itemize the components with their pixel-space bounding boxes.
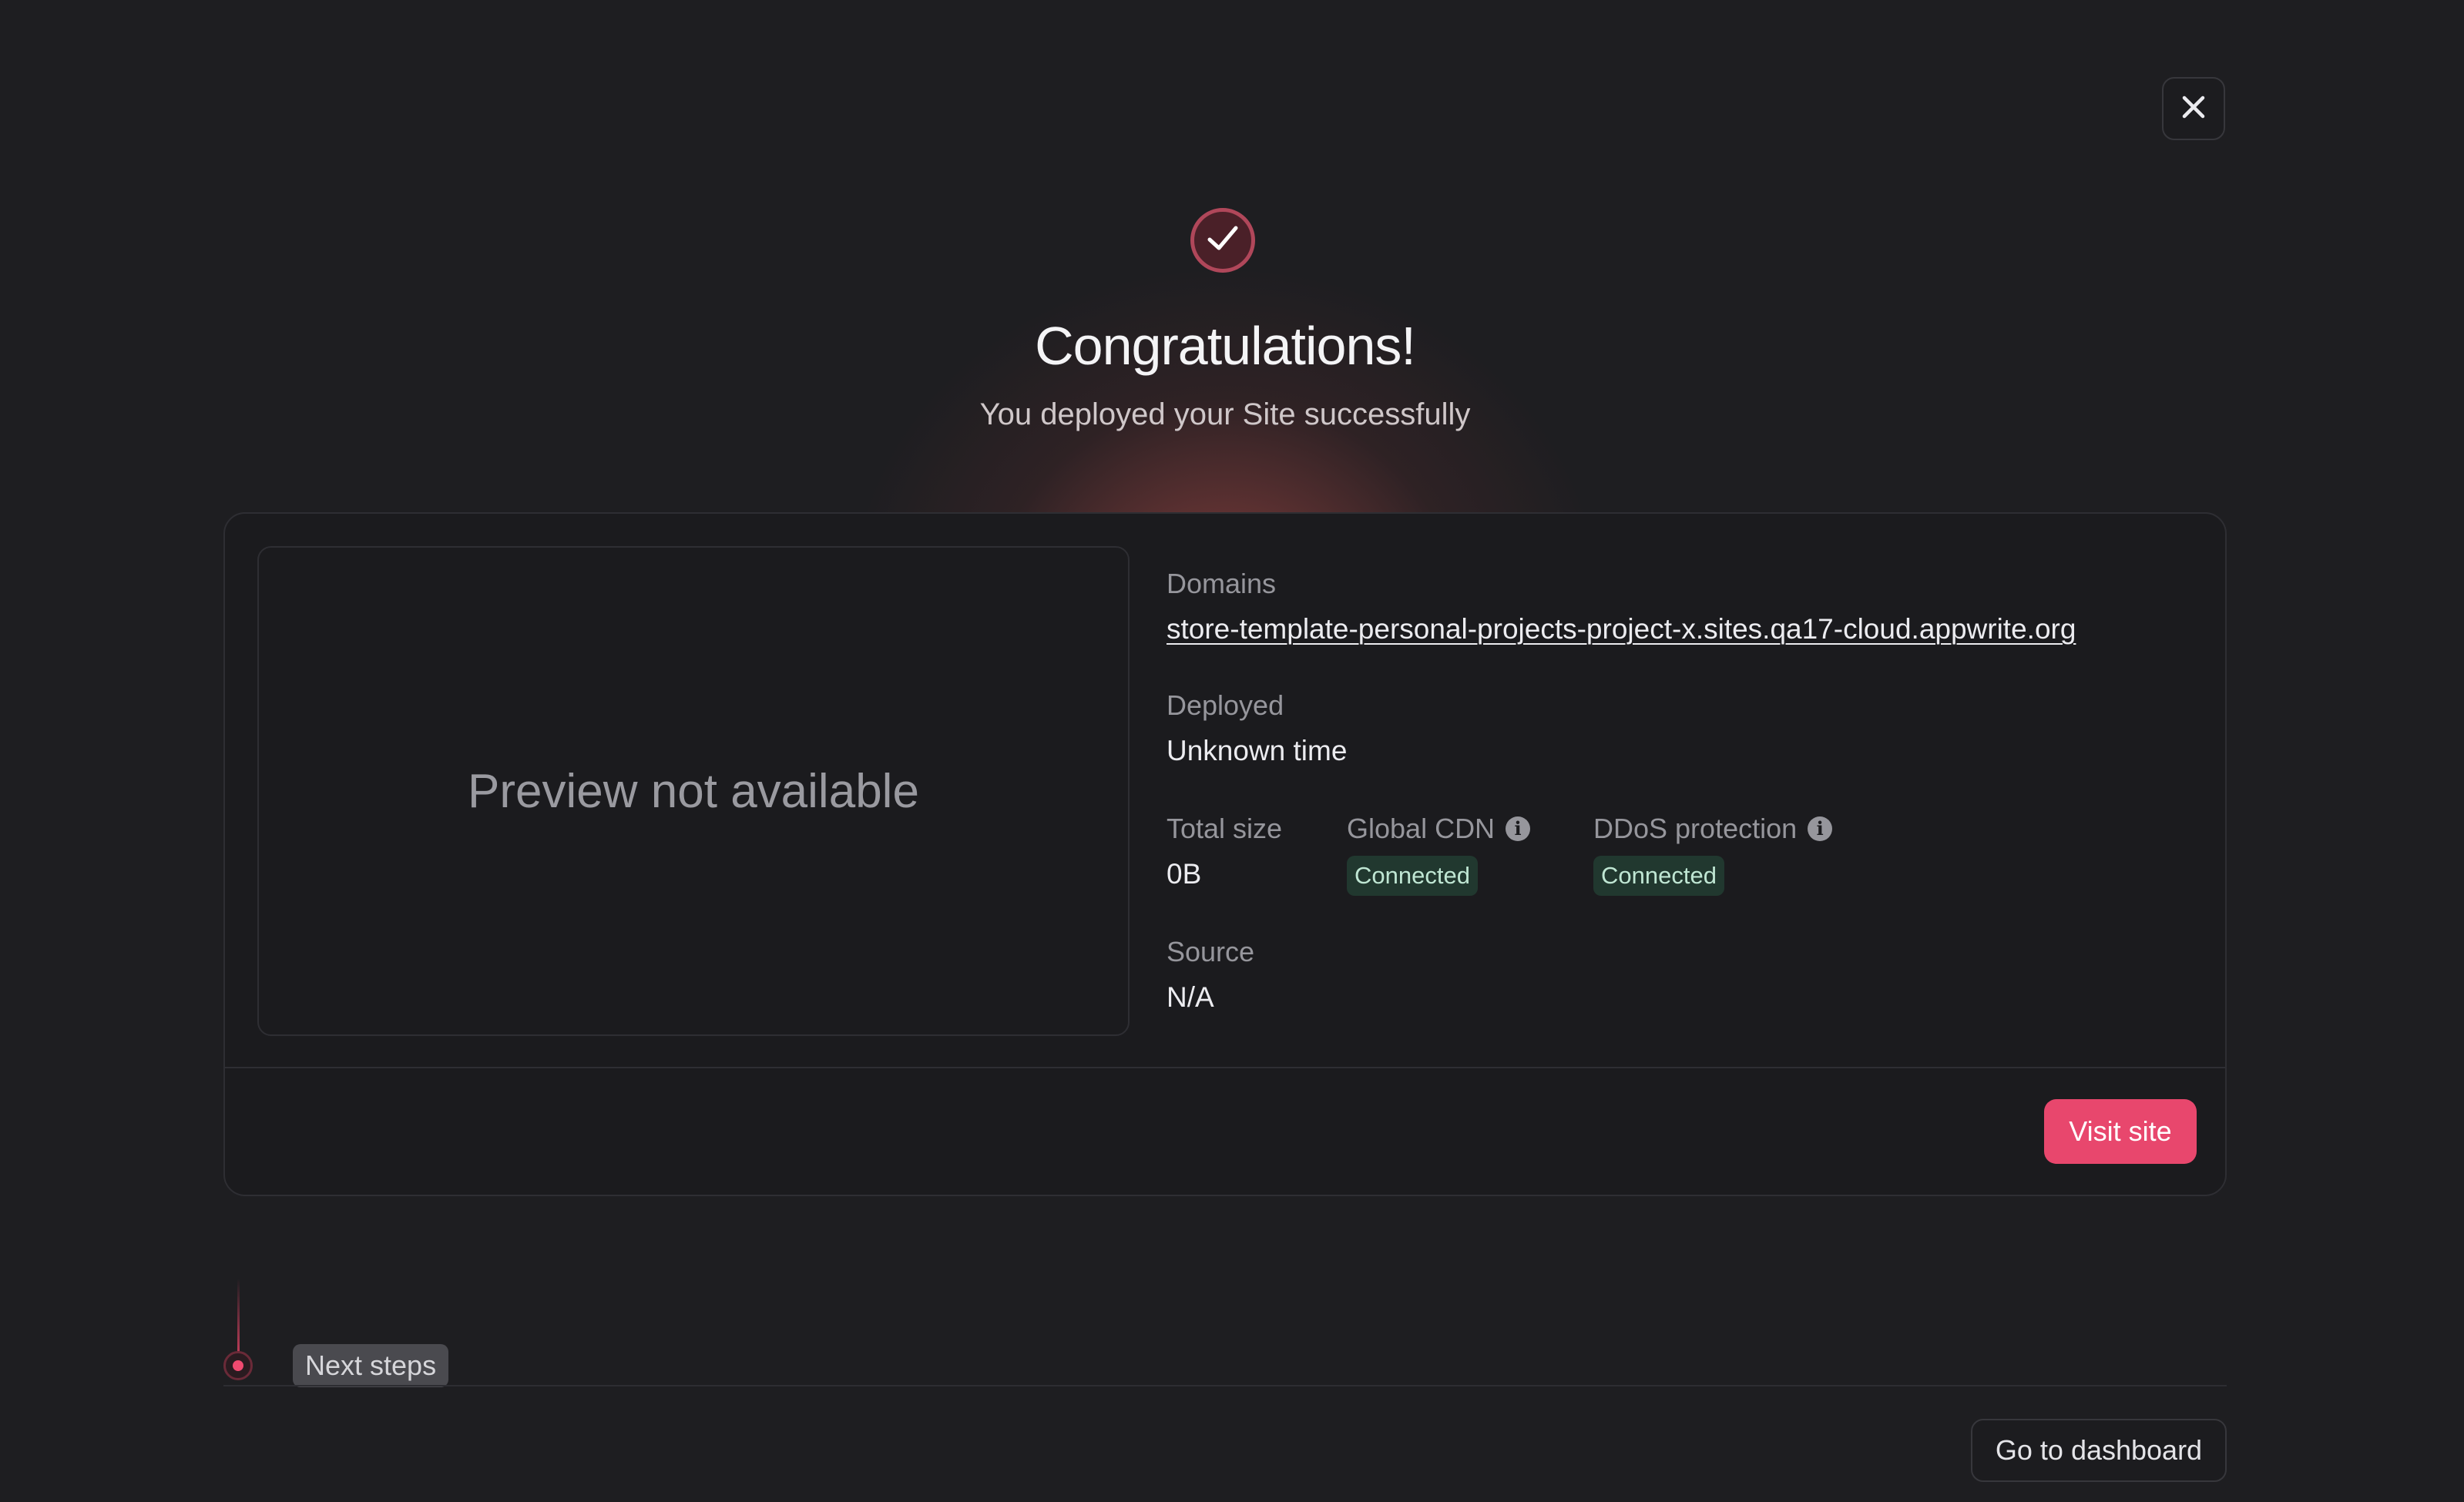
domains-label: Domains xyxy=(1167,568,1277,599)
info-icon[interactable]: i xyxy=(1808,816,1833,841)
ddos-protection-status-badge: Connected xyxy=(1593,856,1724,896)
check-icon xyxy=(1205,221,1240,260)
preview-placeholder-text: Preview not available xyxy=(468,764,919,818)
deployed-label: Deployed xyxy=(1167,689,1284,721)
total-size-value: 0B xyxy=(1167,858,1202,890)
deployment-card: Preview not available Domains store-temp… xyxy=(223,512,2227,1196)
deployment-success-screen: Congratulations! You deployed your Site … xyxy=(0,0,2464,1502)
domain-link[interactable]: store-template-personal-projects-project… xyxy=(1167,611,2076,648)
info-icon[interactable]: i xyxy=(1506,816,1531,841)
source-label: Source xyxy=(1167,936,1255,967)
success-check-badge xyxy=(1190,208,1255,273)
total-size-label: Total size xyxy=(1167,813,1283,844)
section-divider xyxy=(223,1385,2227,1386)
site-preview: Preview not available xyxy=(257,546,1130,1036)
ddos-protection-label: DDoS protection xyxy=(1593,813,1798,844)
card-divider xyxy=(225,1067,2225,1068)
global-cdn-label: Global CDN xyxy=(1347,813,1496,844)
source-value: N/A xyxy=(1167,981,1214,1013)
step-indicator-dot xyxy=(223,1351,253,1380)
global-cdn-status-badge: Connected xyxy=(1347,856,1478,896)
close-button[interactable] xyxy=(2162,77,2225,140)
visit-site-button[interactable]: Visit site xyxy=(2044,1099,2197,1164)
step-indicator-core xyxy=(233,1360,243,1371)
deployed-value: Unknown time xyxy=(1167,735,1348,766)
page-subtitle: You deployed your Site successfully xyxy=(979,397,1471,431)
next-steps-tag: Next steps xyxy=(293,1344,449,1387)
go-to-dashboard-button[interactable]: Go to dashboard xyxy=(1971,1419,2227,1482)
page-title: Congratulations! xyxy=(1035,316,1416,376)
global-cdn-label-group: Global CDN i xyxy=(1347,811,1531,847)
ddos-protection-label-group: DDoS protection i xyxy=(1593,811,1833,847)
close-icon xyxy=(2180,93,2207,125)
